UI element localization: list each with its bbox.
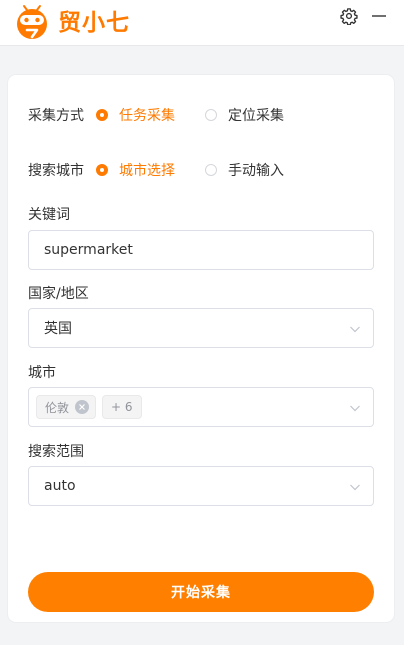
tag-close-icon[interactable] xyxy=(75,400,90,414)
gear-icon xyxy=(340,8,358,25)
minimize-icon xyxy=(372,15,386,17)
city-select[interactable]: 伦敦 + 6 xyxy=(28,387,374,427)
city-more-tag: + 6 xyxy=(102,395,142,419)
keyword-field[interactable] xyxy=(28,230,374,270)
chevron-down-icon xyxy=(350,484,360,491)
collect-form-card: 采集方式 任务采集 定位采集 搜索城市 城市选择 手动输入 关键词 国家/地区 … xyxy=(8,75,394,622)
settings-button[interactable] xyxy=(339,6,359,26)
app-title: 贸小七 xyxy=(58,9,130,36)
country-select[interactable]: 英国 xyxy=(28,308,374,348)
robot-logo-icon xyxy=(17,5,47,39)
keyword-label: 关键词 xyxy=(28,207,70,223)
radio-city-select-label: 城市选择 xyxy=(119,163,175,179)
collect-method-row: 采集方式 任务采集 定位采集 xyxy=(28,104,314,126)
range-value: auto xyxy=(44,478,76,494)
minimize-button[interactable] xyxy=(369,6,389,26)
radio-checked-icon xyxy=(96,109,108,121)
radio-manual-input[interactable]: 手动输入 xyxy=(205,160,284,180)
radio-unchecked-icon xyxy=(205,164,217,176)
search-city-label: 搜索城市 xyxy=(28,163,84,179)
start-collect-button[interactable]: 开始采集 xyxy=(28,572,374,612)
search-city-row: 搜索城市 城市选择 手动输入 xyxy=(28,159,314,181)
country-value: 英国 xyxy=(44,321,72,337)
radio-task-collect-label: 任务采集 xyxy=(119,108,175,124)
radio-checked-icon xyxy=(96,164,108,176)
keyword-input[interactable] xyxy=(44,242,344,258)
radio-task-collect[interactable]: 任务采集 xyxy=(96,105,175,125)
city-tag: 伦敦 xyxy=(36,395,97,419)
city-tags: 伦敦 + 6 xyxy=(36,395,142,419)
chevron-down-icon xyxy=(350,326,360,333)
city-label: 城市 xyxy=(28,365,56,381)
radio-city-select[interactable]: 城市选择 xyxy=(96,160,175,180)
radio-location-collect-label: 定位采集 xyxy=(228,108,284,124)
radio-unchecked-icon xyxy=(205,109,217,121)
app-logo: 贸小七 xyxy=(12,3,130,43)
radio-location-collect[interactable]: 定位采集 xyxy=(205,105,284,125)
top-bar: 贸小七 xyxy=(0,0,404,46)
range-select[interactable]: auto xyxy=(28,466,374,506)
city-tag-label: 伦敦 xyxy=(45,400,70,415)
radio-manual-input-label: 手动输入 xyxy=(228,163,284,179)
range-label: 搜索范围 xyxy=(28,444,84,460)
chevron-down-icon xyxy=(350,405,360,412)
collect-method-label: 采集方式 xyxy=(28,108,84,124)
country-label: 国家/地区 xyxy=(28,286,89,302)
